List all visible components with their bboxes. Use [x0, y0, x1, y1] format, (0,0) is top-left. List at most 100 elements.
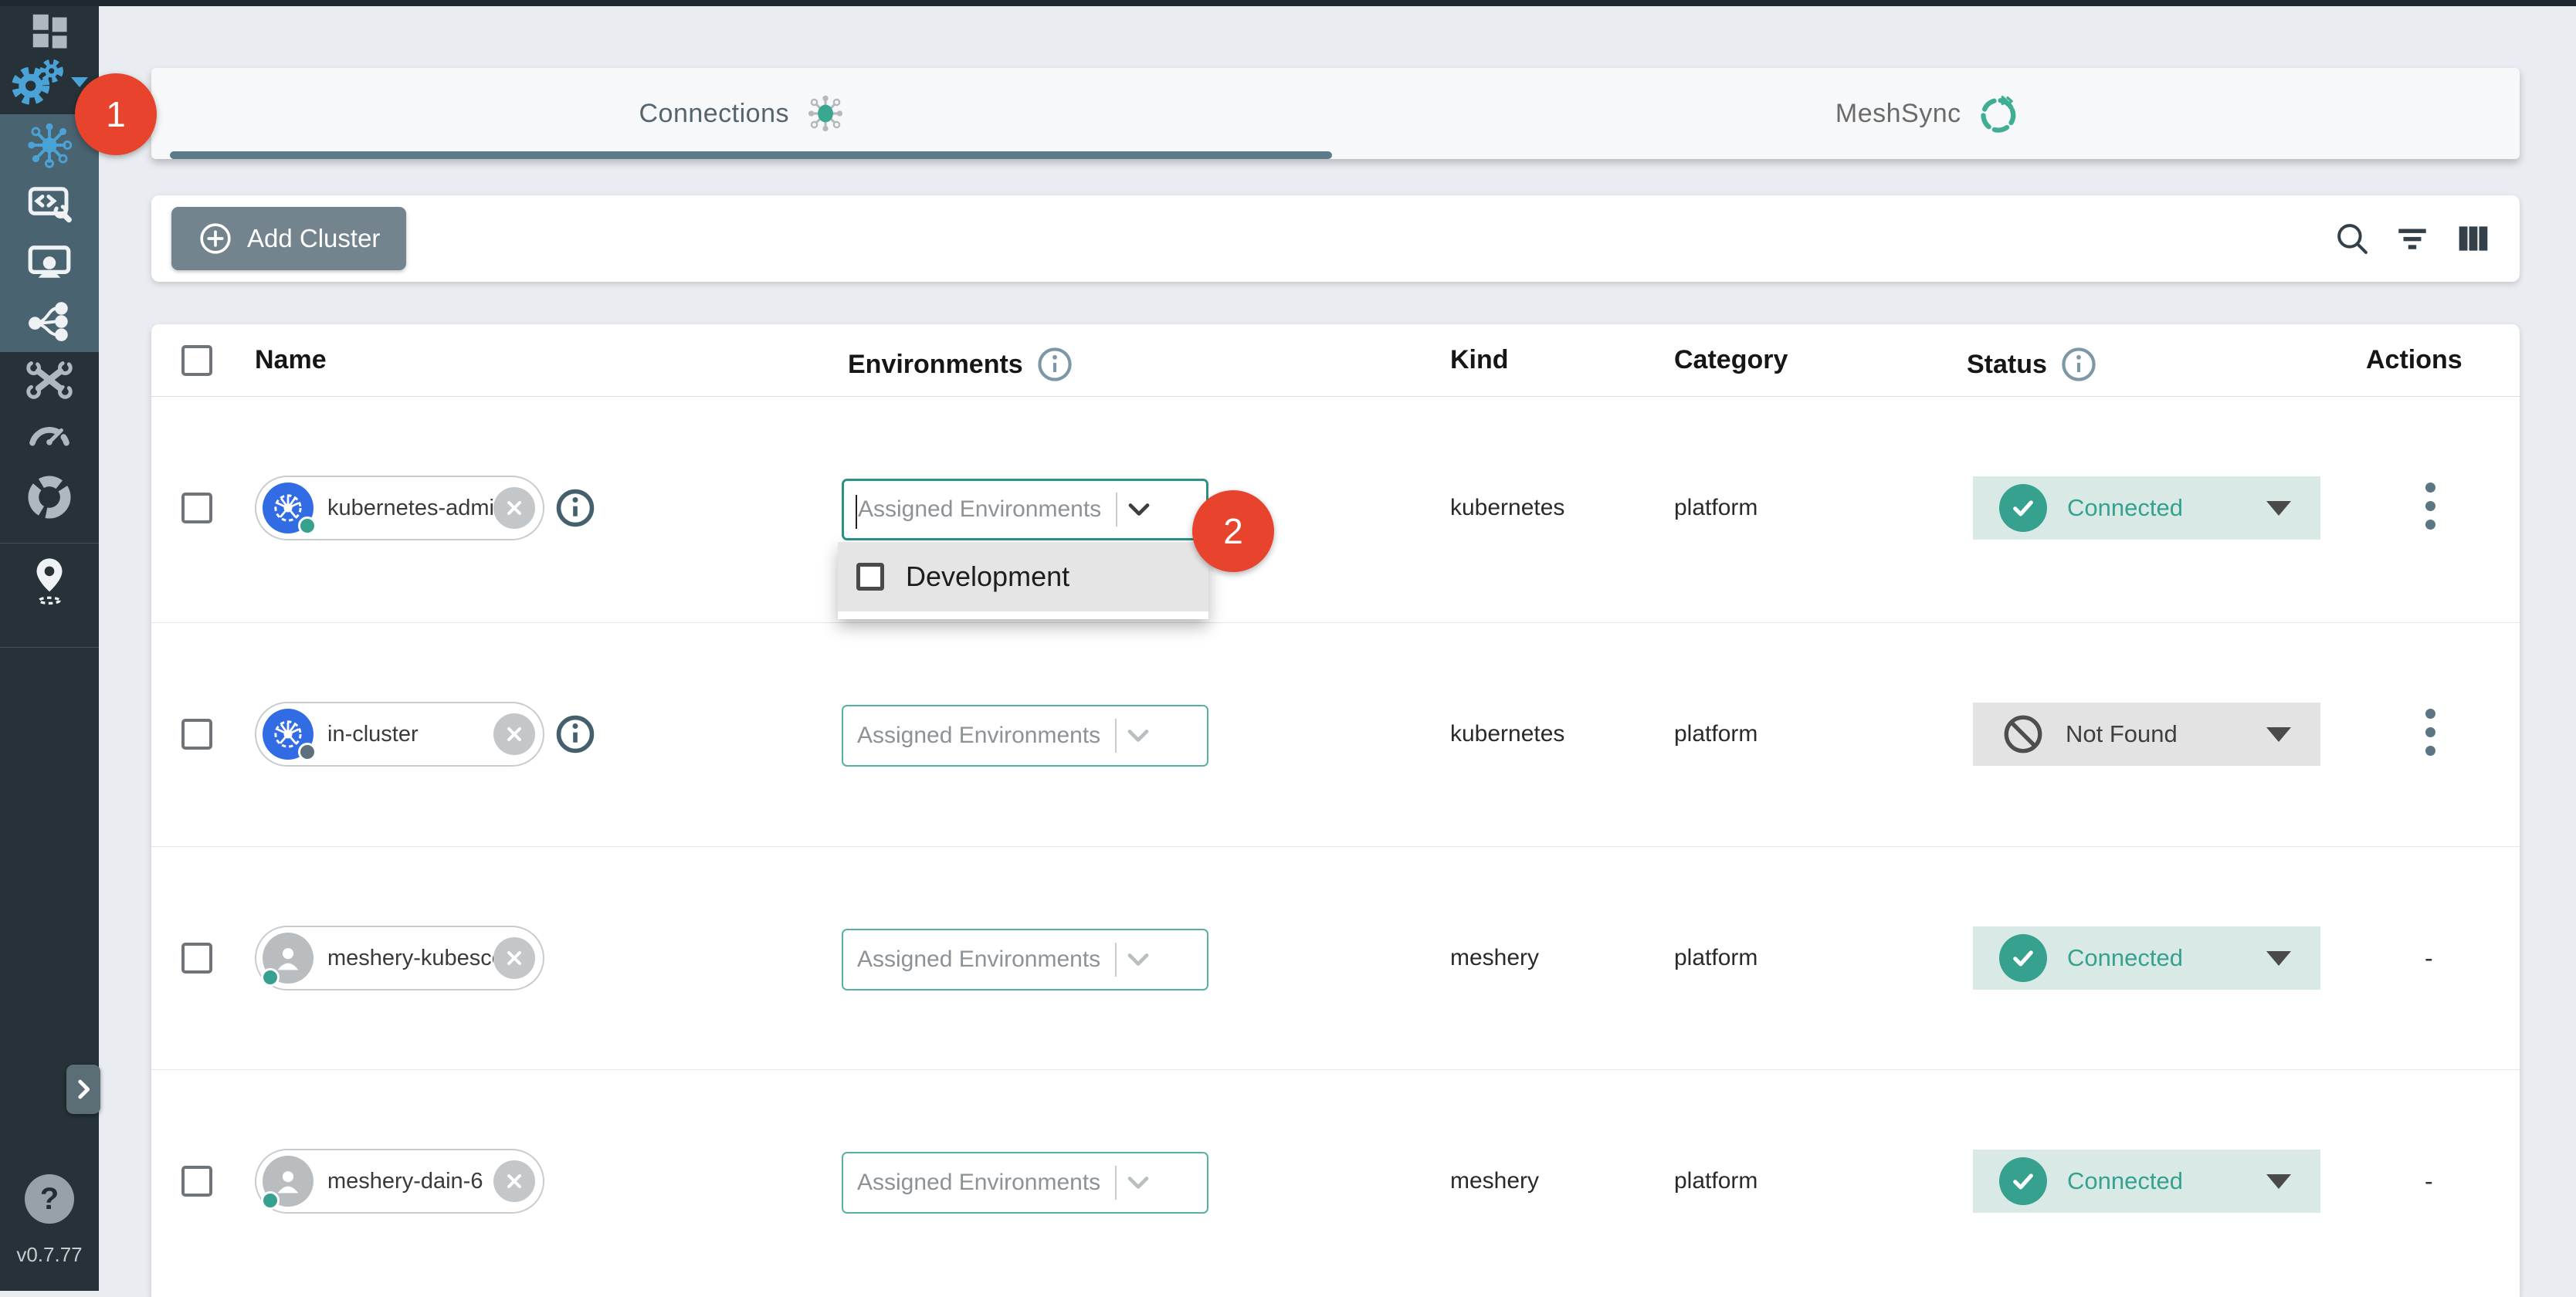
triangle-down-icon: [2266, 951, 2291, 966]
environments-select[interactable]: [842, 479, 1208, 540]
connection-name: meshery-dain-6: [327, 1169, 493, 1194]
row-checkbox[interactable]: [181, 1166, 212, 1200]
sidebar-item-extensions[interactable]: [0, 469, 99, 525]
info-icon[interactable]: [1035, 345, 1074, 384]
sidebar-expand-button[interactable]: [66, 1065, 100, 1114]
environments-select[interactable]: [842, 1152, 1208, 1214]
remove-connection-icon[interactable]: [493, 713, 535, 755]
category-cell: platform: [1674, 1168, 1757, 1194]
triangle-down-icon: [2266, 501, 2291, 516]
environments-select[interactable]: [842, 705, 1208, 767]
map-pin-icon: [24, 553, 75, 608]
info-icon[interactable]: [554, 713, 597, 756]
tab-meshsync[interactable]: MeshSync: [1336, 68, 2520, 159]
actions-menu-icon[interactable]: [2419, 483, 2441, 530]
environments-select[interactable]: [842, 929, 1208, 991]
status-dot: [298, 516, 317, 535]
annotation-badge-1: 1: [75, 73, 157, 155]
status-label: Connected: [2067, 944, 2266, 972]
remove-connection-icon[interactable]: [493, 1160, 535, 1202]
environment-option-development[interactable]: Development: [838, 542, 1208, 611]
sidebar-item-performance[interactable]: [0, 408, 99, 463]
plus-circle-icon: [198, 221, 233, 256]
option-label: Development: [906, 560, 1069, 593]
meshsync-spinner-icon: [1975, 91, 2020, 136]
filter-icon[interactable]: [2391, 217, 2434, 260]
row-checkbox[interactable]: [181, 943, 212, 977]
chevron-down-icon[interactable]: [1117, 1161, 1160, 1204]
user-avatar-icon: [263, 1156, 314, 1207]
category-cell: platform: [1674, 495, 1757, 521]
sidebar: ? v0.7.77: [0, 0, 99, 1291]
chevron-down-icon[interactable]: [1117, 488, 1161, 531]
connection-chip[interactable]: in-cluster: [255, 702, 544, 767]
sidebar-item-service-mesh[interactable]: [0, 235, 99, 290]
sidebar-item-adapters[interactable]: [0, 176, 99, 232]
row-checkbox[interactable]: [181, 719, 212, 753]
status-label: Not Found: [2066, 720, 2266, 748]
tab-connections-label: Connections: [639, 99, 789, 129]
connections-mesh-icon: [23, 119, 76, 171]
question-mark-icon: ?: [40, 1182, 59, 1217]
check-circle-icon: [1999, 484, 2047, 532]
info-icon[interactable]: [554, 486, 597, 530]
select-all-checkbox[interactable]: [181, 345, 212, 380]
category-cell: platform: [1674, 721, 1757, 747]
sidebar-item-configuration[interactable]: [0, 352, 99, 408]
category-cell: platform: [1674, 945, 1757, 971]
table-header: Name Environments Kind Category Status A…: [151, 324, 2520, 397]
speedometer-icon: [24, 410, 75, 461]
environments-input[interactable]: [856, 496, 1114, 523]
status-label: Connected: [2067, 494, 2266, 522]
option-checkbox[interactable]: [856, 563, 884, 591]
tab-connections[interactable]: Connections: [151, 68, 1336, 159]
help-button[interactable]: ?: [25, 1174, 74, 1224]
status-chip[interactable]: Connected: [1973, 476, 2320, 540]
environments-dropdown-menu: Development: [838, 542, 1208, 619]
column-header-actions[interactable]: Actions: [2366, 345, 2462, 375]
environments-input[interactable]: [856, 1169, 1113, 1197]
table-row: meshery-kubescop… meshery platform Conne…: [151, 846, 2520, 1070]
connection-name: kubernetes-admin…: [327, 496, 493, 521]
add-cluster-button[interactable]: Add Cluster: [171, 207, 406, 270]
chevron-down-icon[interactable]: [1117, 938, 1160, 981]
search-icon[interactable]: [2330, 217, 2374, 260]
column-header-name[interactable]: Name: [255, 345, 327, 375]
info-icon[interactable]: [2059, 345, 2098, 384]
sidebar-item-dashboard[interactable]: [0, 3, 99, 59]
chevron-down-icon[interactable]: [1117, 714, 1160, 757]
kubernetes-icon: [263, 483, 314, 533]
sidebar-item-catalog[interactable]: [0, 553, 99, 608]
sidebar-item-workflows[interactable]: [0, 293, 99, 349]
kind-cell: kubernetes: [1450, 495, 1564, 521]
add-cluster-label: Add Cluster: [247, 224, 380, 253]
screen-user-icon: [24, 237, 75, 288]
column-header-category[interactable]: Category: [1674, 345, 1788, 375]
connections-table: Name Environments Kind Category Status A…: [151, 324, 2520, 1297]
environments-input[interactable]: [856, 946, 1113, 974]
status-chip[interactable]: Connected: [1973, 1150, 2320, 1213]
column-header-environments[interactable]: Environments: [848, 345, 1074, 384]
status-label: Connected: [2067, 1167, 2266, 1195]
connection-chip[interactable]: kubernetes-admin…: [255, 476, 544, 540]
crossed-wrenches-icon: [24, 354, 75, 405]
connection-name: in-cluster: [327, 722, 493, 747]
status-chip[interactable]: Connected: [1973, 926, 2320, 990]
triangle-down-icon: [2266, 727, 2291, 742]
view-columns-icon[interactable]: [2452, 217, 2495, 260]
column-header-kind[interactable]: Kind: [1450, 345, 1509, 375]
dashboard-grid-icon: [26, 8, 73, 54]
remove-connection-icon[interactable]: [493, 937, 535, 979]
environments-input[interactable]: [856, 722, 1113, 750]
row-checkbox[interactable]: [181, 493, 212, 527]
connection-chip[interactable]: meshery-kubescop…: [255, 926, 544, 991]
remove-connection-icon[interactable]: [493, 487, 535, 529]
column-header-status[interactable]: Status: [1967, 345, 2098, 384]
status-chip[interactable]: Not Found: [1973, 703, 2320, 766]
table-row: meshery-dain-6 meshery platform Connecte…: [151, 1069, 2520, 1297]
actions-empty: -: [2425, 1167, 2433, 1196]
actions-menu-icon[interactable]: [2419, 709, 2441, 756]
sidebar-divider: [0, 647, 99, 648]
connection-chip[interactable]: meshery-dain-6: [255, 1149, 544, 1214]
table-row: kubernetes-admin… 2 Development kubernet…: [151, 396, 2520, 623]
